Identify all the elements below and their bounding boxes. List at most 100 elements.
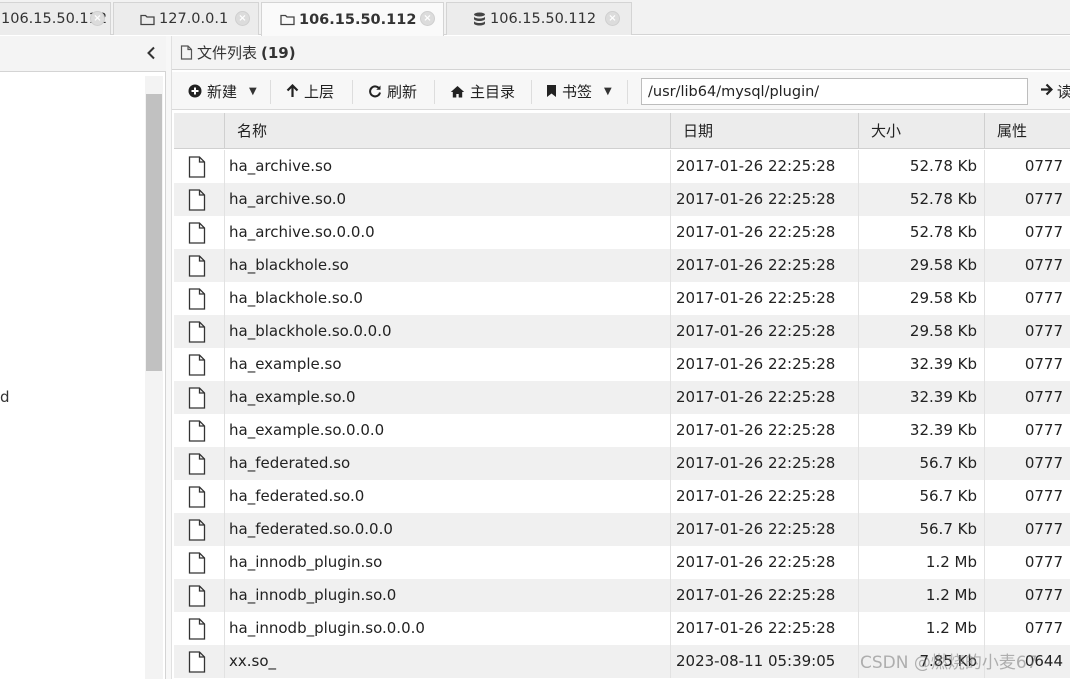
file-size: 52.78 Kb [909,157,977,175]
column-header-attr[interactable]: 属性 [984,113,1070,149]
toolbar-divider [434,80,435,104]
column-header-size[interactable]: 大小 [858,113,984,149]
cell-divider [858,381,859,414]
table-row[interactable]: ha_archive.so.0 2017-01-26 22:25:28 52.78 … [174,183,1070,216]
toolbar-divider [531,80,532,104]
tab-session-2[interactable]: 127.0.0.1 × [113,2,259,35]
tab-session-1[interactable]: 106.15.50.112 × [0,2,111,35]
file-name[interactable]: ha_federated.so.0.0.0 [229,513,393,546]
file-name[interactable]: ha_archive.so.0 [229,183,346,216]
table-row[interactable]: ha_federated.so 2017-01-26 22:25:28 56.7 K… [174,447,1070,480]
bookmark-button[interactable]: 书签 ▼ [546,76,612,106]
file-name[interactable]: ha_blackhole.so [229,249,349,282]
file-name[interactable]: ha_innodb_plugin.so.0 [229,579,396,612]
cell-divider [224,447,225,480]
cell-divider [858,414,859,447]
file-attr: 0777 [1024,520,1063,538]
file-name[interactable]: xx.so_ [229,645,276,678]
arrow-right-icon [1040,82,1054,100]
table-row[interactable]: ha_innodb_plugin.so.0 2017-01-26 22:25:28… [174,579,1070,612]
file-name[interactable]: ha_innodb_plugin.so [229,546,382,579]
tab-close-icon[interactable]: × [420,11,435,26]
file-date: 2017-01-26 22:25:28 [676,388,836,406]
file-icon [188,255,206,277]
table-row[interactable]: ha_innodb_plugin.so 2017-01-26 22:25:28 1.… [174,546,1070,579]
go-button-label: 读 [1057,82,1070,101]
table-row[interactable]: ha_federated.so.0.0.0 2017-01-26 22:25:28… [174,513,1070,546]
tree-scrollbar-thumb[interactable] [146,94,162,371]
table-row[interactable]: ha_innodb_plugin.so.0.0.0 2017-01-26 22:2… [174,612,1070,645]
cell-divider [224,381,225,414]
chevron-left-icon[interactable] [146,45,156,64]
file-size: 29.58 Kb [909,322,977,340]
table-row[interactable]: ha_example.so.0.0.0 2017-01-26 22:25:28 32… [174,414,1070,447]
file-name[interactable]: ha_blackhole.so.0 [229,282,363,315]
cell-divider [858,348,859,381]
file-name[interactable]: ha_federated.so [229,447,350,480]
column-header-date[interactable]: 日期 [670,113,858,149]
table-row[interactable]: ha_example.so.0 2017-01-26 22:25:28 32.39 … [174,381,1070,414]
file-name[interactable]: ha_federated.so.0 [229,480,364,513]
file-icon [188,288,206,310]
cell-divider [984,282,985,315]
cell-divider [984,612,985,645]
table-row[interactable]: ha_example.so 2017-01-26 22:25:28 32.39 Kb… [174,348,1070,381]
cell-divider [858,480,859,513]
file-list-header: 文件列表 (19) [172,36,1070,70]
cell-divider [224,480,225,513]
path-input[interactable] [641,78,1028,105]
cell-divider [984,315,985,348]
column-header-name[interactable]: 名称 [224,113,672,149]
tab-close-icon[interactable]: × [90,11,105,26]
cell-divider [224,216,225,249]
bookmark-icon [546,84,557,98]
refresh-button-label: 刷新 [387,82,418,101]
tab-label: 127.0.0.1 [159,11,229,27]
toolbar-divider [270,80,271,104]
cell-divider [858,513,859,546]
new-button-label: 新建 [207,82,238,101]
go-button[interactable]: 读 [1040,76,1070,106]
refresh-icon [368,84,382,98]
cell-divider [858,612,859,645]
tab-session-4[interactable]: 106.15.50.112 × [446,2,632,35]
cell-divider [670,315,671,348]
file-icon [188,189,206,211]
tab-close-icon[interactable]: × [235,11,250,26]
file-attr: 0777 [1024,454,1063,472]
file-date: 2017-01-26 22:25:28 [676,421,836,439]
cell-divider [224,348,225,381]
file-name[interactable]: ha_innodb_plugin.so.0.0.0 [229,612,425,645]
file-name[interactable]: ha_example.so.0 [229,381,356,414]
file-name[interactable]: ha_blackhole.so.0.0.0 [229,315,392,348]
table-row[interactable]: ha_federated.so.0 2017-01-26 22:25:28 56.7… [174,480,1070,513]
tree-item-label[interactable]: d [0,388,10,406]
cell-divider [858,282,859,315]
file-size: 32.39 Kb [909,355,977,373]
tree-panel-header [0,36,166,72]
file-name[interactable]: ha_example.so [229,348,342,381]
home-button[interactable]: 主目录 [450,76,515,106]
new-button[interactable]: 新建 ▼ [188,76,257,106]
cell-divider [984,249,985,282]
file-size: 29.58 Kb [909,256,977,274]
table-row[interactable]: ha_blackhole.so.0 2017-01-26 22:25:28 29.5… [174,282,1070,315]
cell-divider [858,645,859,678]
file-icon [188,387,206,409]
cell-divider [670,447,671,480]
table-row[interactable]: ha_blackhole.so.0.0.0 2017-01-26 22:25:28… [174,315,1070,348]
table-row[interactable]: ha_blackhole.so 2017-01-26 22:25:28 29.58 … [174,249,1070,282]
cell-divider [984,216,985,249]
table-row[interactable]: ha_archive.so 2017-01-26 22:25:28 52.78 Kb… [174,150,1070,183]
up-button[interactable]: 上层 [286,76,334,106]
file-icon [188,519,206,541]
file-name[interactable]: ha_archive.so.0.0.0 [229,216,375,249]
tab-session-3[interactable]: 106.15.50.112 × [261,2,444,36]
file-name[interactable]: ha_archive.so [229,150,332,183]
file-attr: 0777 [1024,487,1063,505]
file-name[interactable]: ha_example.so.0.0.0 [229,414,384,447]
cell-divider [858,183,859,216]
table-row[interactable]: ha_archive.so.0.0.0 2017-01-26 22:25:28 52… [174,216,1070,249]
refresh-button[interactable]: 刷新 [368,76,417,106]
tab-close-icon[interactable]: × [605,11,620,26]
